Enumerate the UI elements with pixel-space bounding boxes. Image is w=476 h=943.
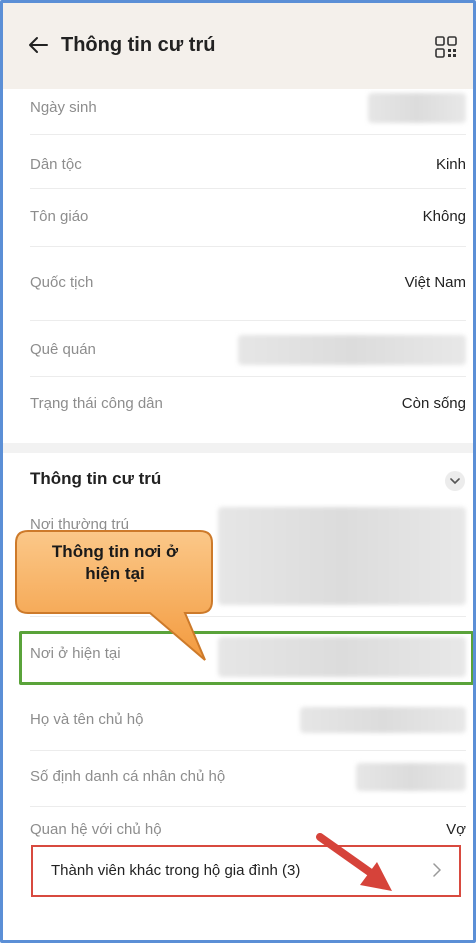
redacted-value [356, 763, 466, 791]
callout-text: Thông tin nơi ở hiện tại [18, 541, 212, 585]
app-bar: Thông tin cư trú [3, 3, 473, 89]
info-row-nationality: Quốc tịch Việt Nam [30, 247, 466, 321]
section-divider [3, 443, 473, 453]
info-row-birthdate: Ngày sinh [30, 89, 466, 135]
current-residence-highlight [19, 631, 473, 685]
row-label: Trạng thái công dân [30, 395, 163, 412]
other-household-members-label: Thành viên khác trong hộ gia đình (3) [51, 862, 301, 879]
row-label: Quốc tịch [30, 274, 94, 291]
row-label: Dân tộc [30, 156, 82, 173]
page-title: Thông tin cư trú [61, 34, 216, 56]
info-row-ethnicity: Dân tộc Kinh [30, 135, 466, 189]
row-label: Quê quán [30, 341, 96, 358]
info-row-citizen-status: Trạng thái công dân Còn sống [30, 377, 466, 439]
row-label: Nơi thường trú [30, 516, 129, 533]
row-value: Vợ [446, 821, 466, 838]
redacted-value [368, 93, 466, 123]
row-value: Còn sống [401, 395, 466, 412]
row-value: Kinh [435, 156, 466, 173]
section-title: Thông tin cư trú [30, 469, 162, 488]
callout-line-2: hiện tại [85, 564, 145, 583]
info-row-religion: Tôn giáo Không [30, 189, 466, 247]
redacted-value [300, 707, 466, 733]
row-label: Số định danh cá nhân chủ hộ [30, 768, 226, 785]
phone-frame: Thông tin cư trú Ngày sinh Dân tộc Kinh … [0, 0, 476, 943]
redacted-value [238, 335, 466, 365]
row-label: Ngày sinh [30, 99, 97, 116]
callout-line-1: Thông tin nơi ở [51, 542, 179, 561]
qr-code-icon[interactable] [435, 36, 457, 58]
row-value: Việt Nam [404, 274, 466, 291]
row-value: Không [422, 208, 466, 225]
other-household-members-button[interactable]: Thành viên khác trong hộ gia đình (3) [31, 845, 461, 897]
info-row-relationship: Quan hệ với chủ hộ Vợ [30, 807, 466, 845]
info-row-household-head-name: Họ và tên chủ hộ [30, 689, 466, 751]
row-label: Tôn giáo [30, 208, 89, 225]
chevron-right-icon [433, 863, 442, 882]
row-label: Họ và tên chủ hộ [30, 711, 144, 728]
info-row-hometown: Quê quán [30, 321, 466, 377]
row-label: Quan hệ với chủ hộ [30, 821, 162, 838]
arrow-left-icon[interactable] [27, 33, 49, 57]
info-row-household-head-id: Số định danh cá nhân chủ hộ [30, 751, 466, 807]
chevron-down-icon[interactable] [445, 471, 465, 491]
redacted-value [218, 507, 466, 605]
